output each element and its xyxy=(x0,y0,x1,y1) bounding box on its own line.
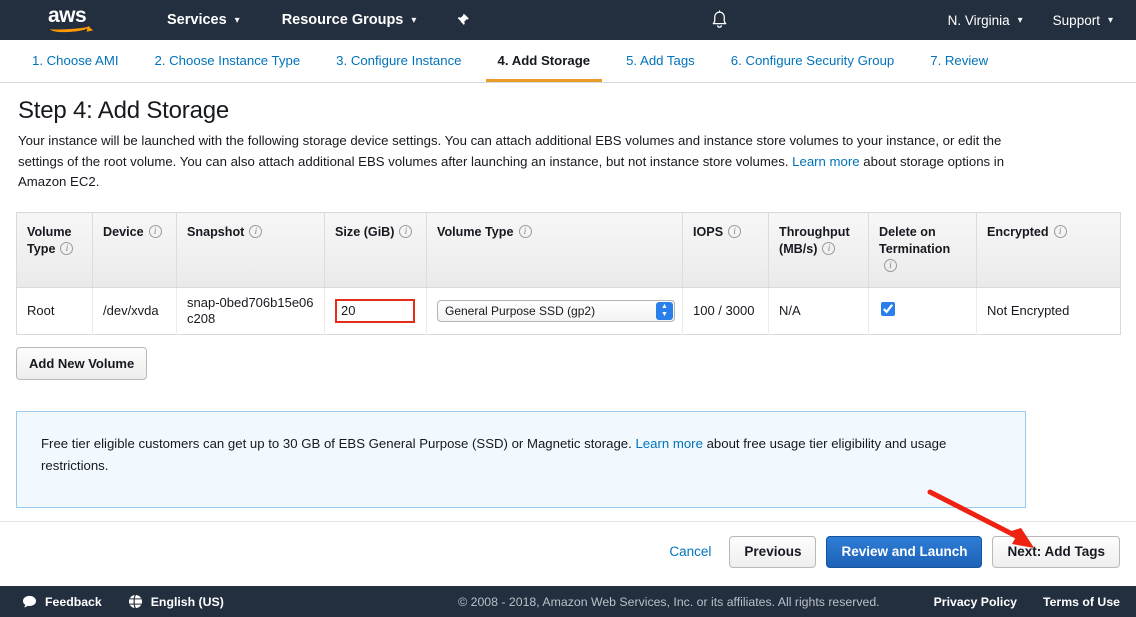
column-header-snapshot: Snapshot i xyxy=(177,212,325,287)
page-title: Step 4: Add Storage xyxy=(18,97,1120,125)
chevron-down-icon: ▾ xyxy=(411,15,416,26)
tab-add-storage[interactable]: 4. Add Storage xyxy=(486,53,603,82)
cell-device: /dev/xvda xyxy=(93,287,177,334)
next-add-tags-button[interactable]: Next: Add Tags xyxy=(992,536,1120,568)
tab-review[interactable]: 7. Review xyxy=(918,53,1000,82)
review-and-launch-button[interactable]: Review and Launch xyxy=(826,536,982,568)
delete-on-termination-checkbox[interactable] xyxy=(881,302,895,316)
language-selector[interactable]: English (US) xyxy=(128,594,224,609)
privacy-policy-link[interactable]: Privacy Policy xyxy=(934,595,1017,609)
column-header-volume-type-root: Volume Typei xyxy=(17,212,93,287)
column-header-device: Devicei xyxy=(93,212,177,287)
table-header-row: Volume Typei Devicei Snapshoti Size (GiB… xyxy=(17,212,1121,287)
cancel-button[interactable]: Cancel xyxy=(669,544,711,559)
column-header-label: IOPS xyxy=(693,225,723,239)
column-header-label: Device xyxy=(103,225,144,239)
column-header-size: Size (GiB) i xyxy=(325,212,427,287)
bell-icon xyxy=(710,10,729,31)
size-input[interactable] xyxy=(335,299,415,323)
column-header-throughput: Throughput (MB/s)i xyxy=(769,212,869,287)
column-header-iops: IOPS i xyxy=(683,212,769,287)
column-header-label: Snapshot xyxy=(187,225,244,239)
info-icon[interactable]: i xyxy=(728,225,741,238)
free-tier-text-1: Free tier eligible customers can get up … xyxy=(41,436,632,451)
free-tier-notice: Free tier eligible customers can get up … xyxy=(16,411,1026,508)
tab-configure-security-group[interactable]: 6. Configure Security Group xyxy=(719,53,906,82)
footer-bar: Feedback English (US) © 2008 - 2018, Ama… xyxy=(0,586,1136,617)
info-icon[interactable]: i xyxy=(519,225,532,238)
column-header-label: Encrypted xyxy=(987,225,1049,239)
column-header-encrypted: Encrypted i xyxy=(977,212,1121,287)
info-icon[interactable]: i xyxy=(399,225,412,238)
tab-choose-instance-type[interactable]: 2. Choose Instance Type xyxy=(143,53,313,82)
terms-of-use-link[interactable]: Terms of Use xyxy=(1043,595,1120,609)
cell-delete-on-termination xyxy=(869,287,977,334)
cell-iops: 100 / 3000 xyxy=(683,287,769,334)
free-tier-learn-more-link[interactable]: Learn more xyxy=(635,436,702,451)
column-header-label: Throughput (MB/s) xyxy=(779,225,850,256)
support-menu[interactable]: Support ▾ xyxy=(1044,0,1122,40)
storage-devices-table: Volume Typei Devicei Snapshoti Size (GiB… xyxy=(16,212,1121,335)
cell-throughput: N/A xyxy=(769,287,869,334)
aws-logo[interactable]: aws xyxy=(48,6,100,34)
feedback-button[interactable]: Feedback xyxy=(22,595,102,609)
info-icon[interactable]: i xyxy=(1054,225,1067,238)
previous-button[interactable]: Previous xyxy=(729,536,816,568)
tab-configure-instance[interactable]: 3. Configure Instance xyxy=(324,53,473,82)
thumbtack-icon[interactable] xyxy=(455,13,470,28)
services-menu[interactable]: Services ▾ xyxy=(158,0,249,40)
chevron-down-icon: ▾ xyxy=(235,15,240,26)
cell-volume-type-root: Root xyxy=(17,287,93,334)
info-icon[interactable]: i xyxy=(149,225,162,238)
info-icon[interactable]: i xyxy=(60,242,73,255)
info-icon[interactable]: i xyxy=(249,225,262,238)
cell-volume-type: General Purpose SSD (gp2) ▲▼ xyxy=(427,287,683,334)
storage-learn-more-link[interactable]: Learn more xyxy=(792,154,859,169)
volume-type-select[interactable]: General Purpose SSD (gp2) xyxy=(437,300,675,322)
column-header-volume-type: Volume Type i xyxy=(427,212,683,287)
cell-snapshot: snap-0bed706b15e06c208 xyxy=(177,287,325,334)
column-header-label: Delete on Termination xyxy=(879,225,950,256)
table-row: Root /dev/xvda snap-0bed706b15e06c208 Ge… xyxy=(17,287,1121,334)
column-header-label: Size (GiB) xyxy=(335,225,394,239)
wizard-actions-row: Cancel Previous Review and Launch Next: … xyxy=(0,521,1136,581)
resource-groups-menu[interactable]: Resource Groups ▾ xyxy=(273,0,426,40)
feedback-label: Feedback xyxy=(45,595,102,609)
language-label: English (US) xyxy=(151,595,224,609)
chevron-down-icon: ▾ xyxy=(1018,15,1023,26)
notifications-button[interactable] xyxy=(710,0,729,40)
region-selector[interactable]: N. Virginia ▾ xyxy=(939,0,1032,40)
column-header-label: Volume Type xyxy=(437,225,514,239)
globe-icon xyxy=(128,594,143,609)
region-label: N. Virginia xyxy=(948,13,1010,28)
page-description: Your instance will be launched with the … xyxy=(18,131,1038,193)
cell-encrypted: Not Encrypted xyxy=(977,287,1121,334)
chevron-down-icon: ▾ xyxy=(1108,15,1113,26)
add-new-volume-button[interactable]: Add New Volume xyxy=(16,347,147,380)
tab-add-tags[interactable]: 5. Add Tags xyxy=(614,53,707,82)
wizard-step-tabs: 1. Choose AMI 2. Choose Instance Type 3.… xyxy=(0,40,1136,83)
aws-logo-swoosh-icon xyxy=(50,22,91,34)
services-menu-label: Services xyxy=(167,12,227,28)
speech-bubble-icon xyxy=(22,595,37,609)
resource-groups-menu-label: Resource Groups xyxy=(282,12,404,28)
cell-size xyxy=(325,287,427,334)
info-icon[interactable]: i xyxy=(884,259,897,272)
column-header-delete-on-termination: Delete on Termination i xyxy=(869,212,977,287)
info-icon[interactable]: i xyxy=(822,242,835,255)
tab-choose-ami[interactable]: 1. Choose AMI xyxy=(20,53,131,82)
copyright-text: © 2008 - 2018, Amazon Web Services, Inc.… xyxy=(458,595,879,609)
top-navigation-bar: aws Services ▾ Resource Groups ▾ N. Virg… xyxy=(0,0,1136,40)
support-menu-label: Support xyxy=(1053,13,1100,28)
